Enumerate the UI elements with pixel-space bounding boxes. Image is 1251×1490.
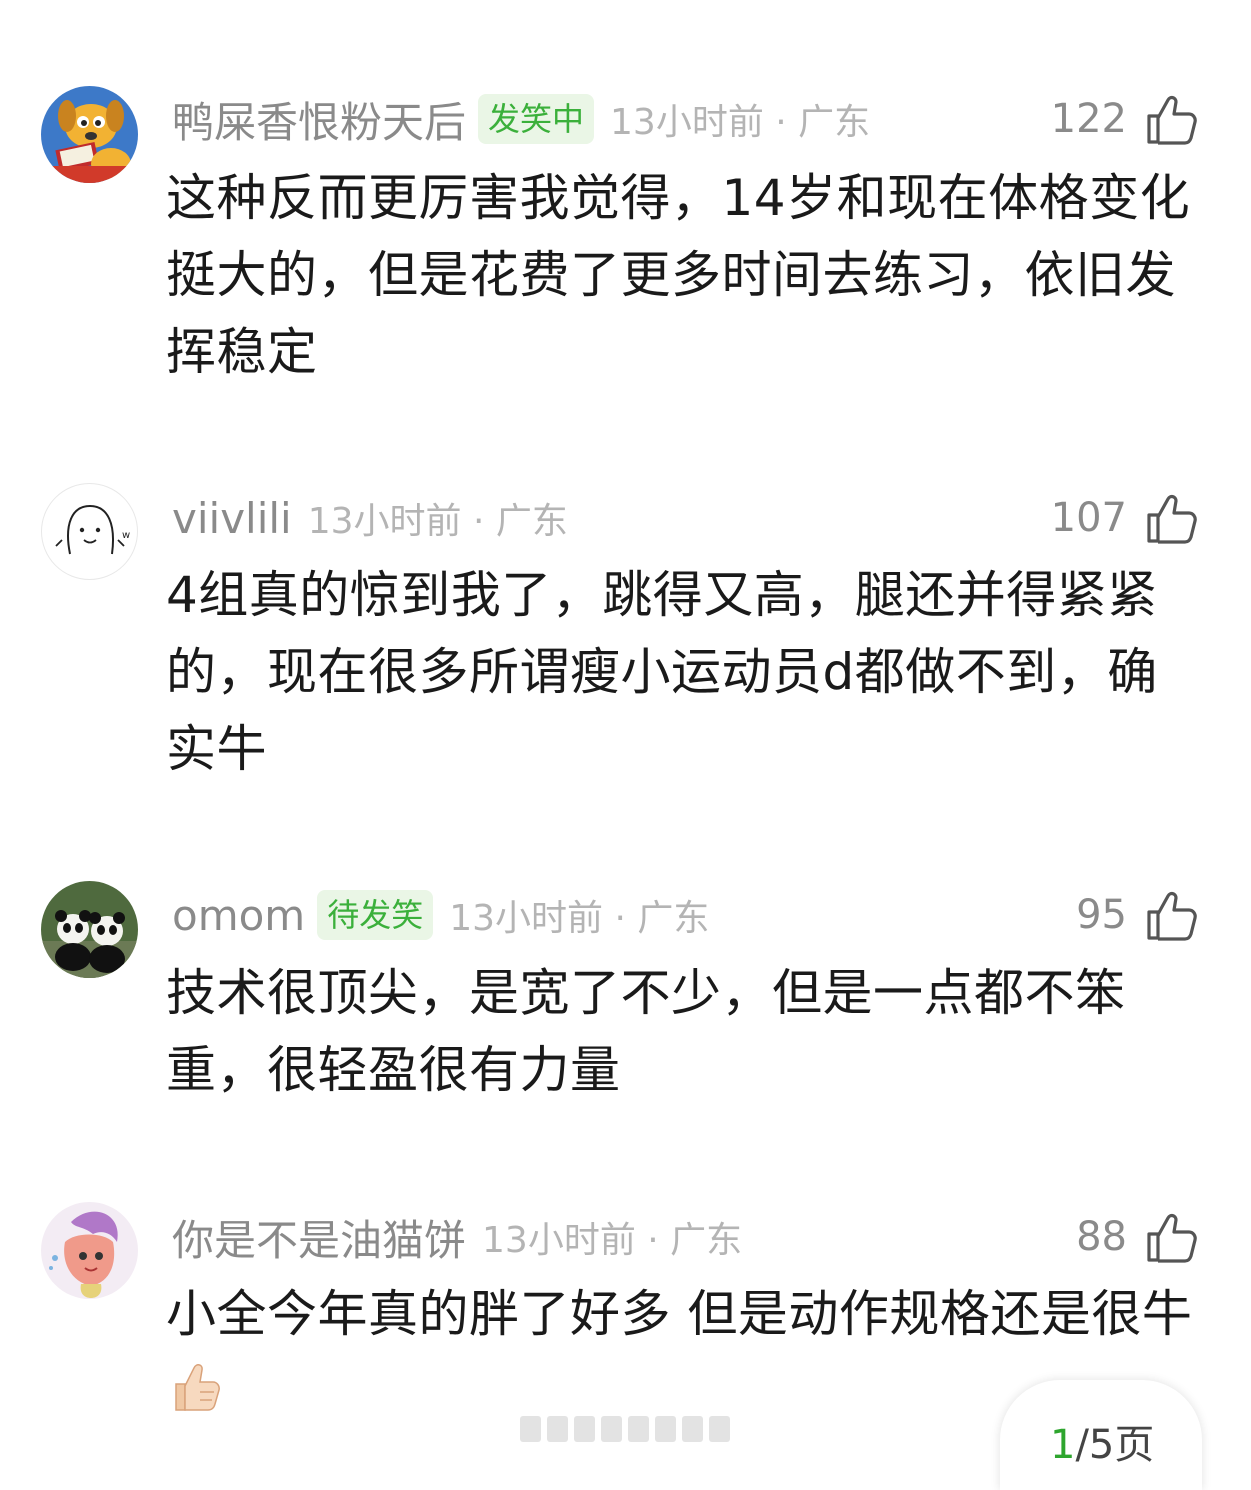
panda-photo-avatar-icon <box>41 881 138 978</box>
timestamp-location: 13小时前 · 广东 <box>307 501 568 542</box>
timestamp-location: 13小时前 · 广东 <box>482 1220 743 1261</box>
username[interactable]: 你是不是油猫饼 <box>172 1207 466 1268</box>
comment-meta: 鸭屎香恨粉天后 发笑中 13小时前 · 广东 <box>172 91 870 147</box>
svg-text:w: w <box>122 530 130 541</box>
thumbs-up-icon <box>1147 95 1197 145</box>
username[interactable]: 鸭屎香恨粉天后 <box>172 89 466 150</box>
page-indicator-dots <box>520 1416 730 1446</box>
like-button[interactable]: 95 <box>1076 887 1199 943</box>
like-count: 122 <box>1050 96 1127 142</box>
comment-text: 技术很顶尖，是宽了不少，但是一点都不笨重，很轻盈很有力量 <box>166 964 1126 1099</box>
comment-meta: omom 待发笑 13小时前 · 广东 <box>172 887 709 943</box>
user-badge: 待发笑 <box>317 890 434 940</box>
like-count: 107 <box>1050 495 1127 541</box>
like-button[interactable]: 122 <box>1051 91 1199 147</box>
thumbs-up-icon <box>1147 891 1197 941</box>
avatar[interactable] <box>41 1202 138 1299</box>
comment-text: 这种反而更厉害我觉得，14岁和现在体格变化挺大的，但是花费了更多时间去练习，依旧… <box>166 169 1191 381</box>
thumbs-up-icon <box>1147 494 1197 544</box>
like-button[interactable]: 107 <box>1051 490 1199 546</box>
avatar[interactable] <box>41 86 138 183</box>
timestamp-location: 13小时前 · 广东 <box>610 102 871 143</box>
avatar[interactable]: w <box>41 483 138 580</box>
comment-meta: viivlili 13小时前 · 广东 <box>172 490 568 546</box>
total-pages: /5页 <box>1075 1422 1155 1468</box>
user-badge: 发笑中 <box>478 94 595 144</box>
thumbs-up-emoji-icon <box>175 1364 220 1411</box>
anime-girl-avatar-icon <box>41 1202 138 1299</box>
like-count: 95 <box>1076 892 1127 938</box>
page-indicator[interactable]: 1/5页 <box>1000 1380 1202 1490</box>
page-indicator-text: 1/5页 <box>1050 1412 1154 1470</box>
username[interactable]: viivlili <box>172 494 292 543</box>
cartoon-dog-avatar-icon <box>41 86 138 183</box>
comment-text: 4组真的惊到我了，跳得又高，腿还并得紧紧的，现在很多所谓瘦小运动员d都做不到，确… <box>166 566 1158 778</box>
avatar[interactable] <box>41 881 138 978</box>
comment-meta: 你是不是油猫饼 13小时前 · 广东 <box>172 1209 742 1265</box>
current-page: 1 <box>1050 1422 1076 1468</box>
username[interactable]: omom <box>172 891 305 940</box>
like-count: 88 <box>1076 1214 1127 1260</box>
thumbs-up-icon <box>1147 1213 1197 1263</box>
like-button[interactable]: 88 <box>1076 1209 1199 1265</box>
doodle-face-avatar-icon: w <box>55 504 130 555</box>
comment-text-content: 小全今年真的胖了好多 但是动作规格还是很牛 <box>166 1285 1193 1343</box>
timestamp-location: 13小时前 · 广东 <box>449 898 710 939</box>
